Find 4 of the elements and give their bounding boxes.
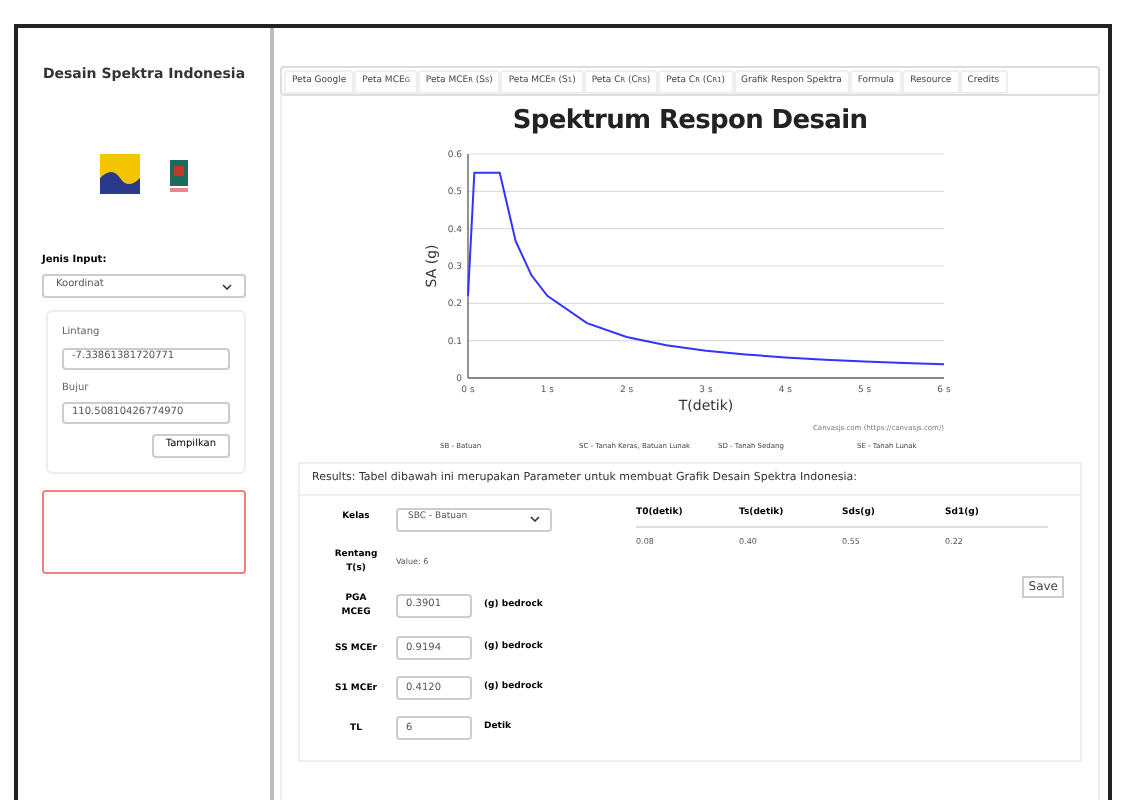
chart-title: Spektrum Respon Desain [512,108,868,134]
ministry-logo-icon [99,153,139,193]
chevron-down-icon [222,283,232,289]
chevron-down-icon [530,516,540,523]
